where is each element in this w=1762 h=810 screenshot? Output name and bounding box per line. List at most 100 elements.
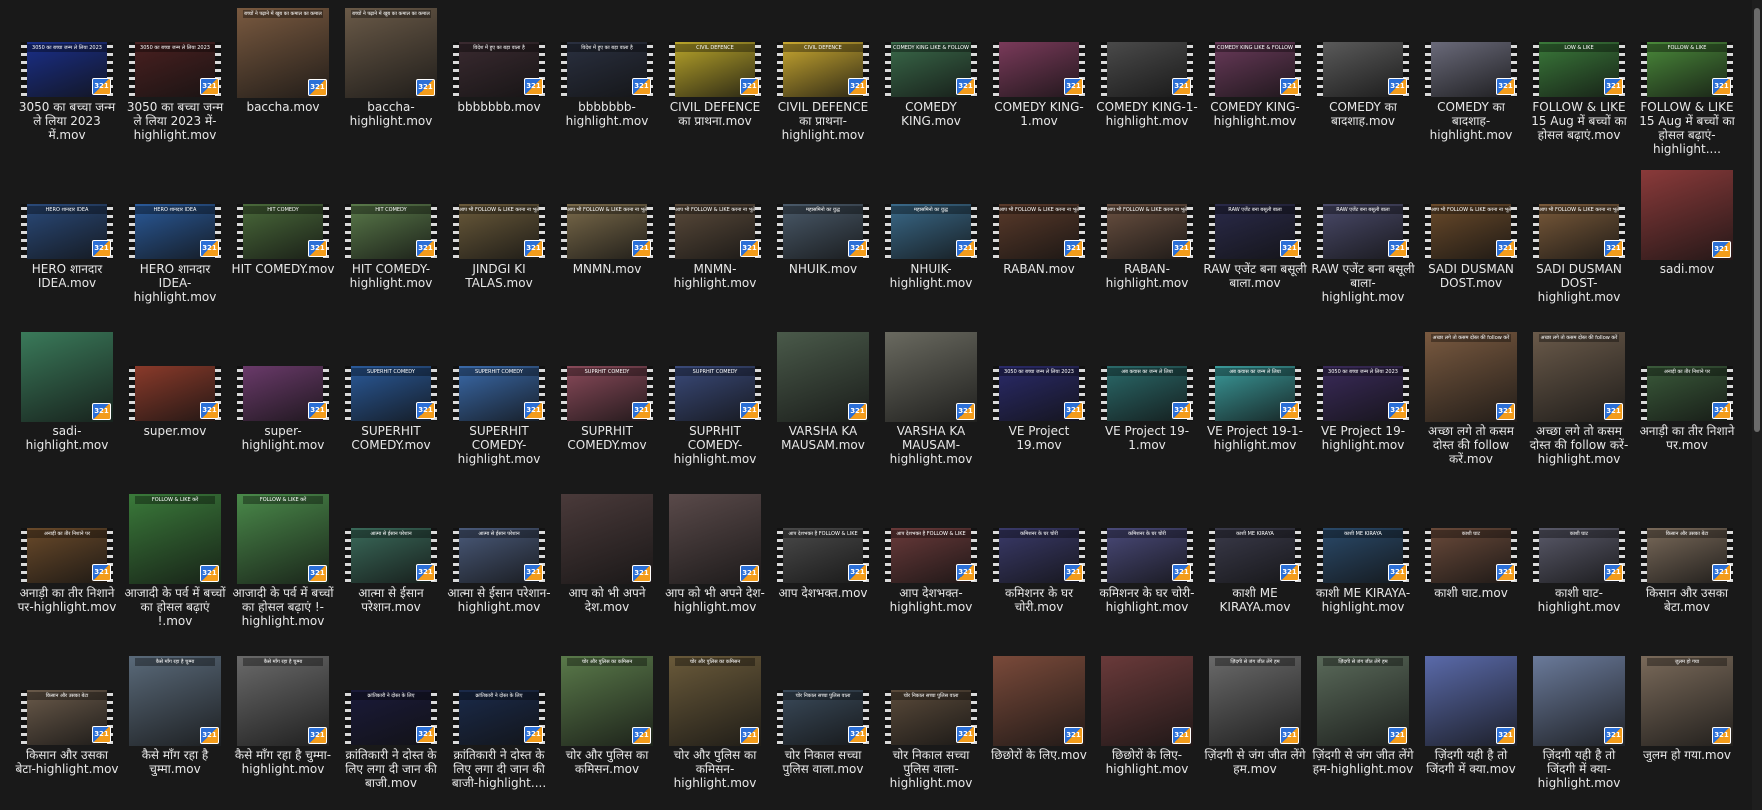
video-thumbnail[interactable]: जुलम हो गया 321 xyxy=(1641,656,1733,746)
file-item[interactable]: FOLLOW & LIKE करें 321 आजादी के पर्व में ब… xyxy=(121,494,229,656)
file-item[interactable]: आप भी FOLLOW & LIKE करना ना भूलें 321 SADI… xyxy=(1525,170,1633,332)
file-item[interactable]: आप भी FOLLOW & LIKE करना ना भूलें 321 JIND… xyxy=(445,170,553,332)
file-item[interactable]: 321 sadi-highlight.mov xyxy=(13,332,121,494)
video-thumbnail[interactable]: HERO शानदार IDEA 321 xyxy=(129,204,221,259)
video-thumbnail[interactable]: कमिशनर के घर चोरी 321 xyxy=(1101,528,1193,583)
video-thumbnail[interactable]: 321 xyxy=(21,332,113,422)
file-item[interactable]: 321 आप को भी अपने देश.mov xyxy=(553,494,661,656)
file-item[interactable]: विदेश में हुए का बड़ा वाला है 321 bbbbbbb-… xyxy=(553,8,661,170)
file-item[interactable]: 321 ज़िंदगी यही है तो जिंदगी में क्या-hig… xyxy=(1525,656,1633,810)
file-item[interactable]: बच्चों ने पढ़ाने में खूब का कमाल का कमाल… xyxy=(229,8,337,170)
video-thumbnail[interactable]: 321 xyxy=(237,366,329,421)
video-thumbnail[interactable]: किसान और उसका बेटा 321 xyxy=(1641,528,1733,583)
video-thumbnail[interactable]: कैसे माँग रहा है चुम्मा 321 xyxy=(129,656,221,746)
video-thumbnail[interactable]: महासमिनो का युद्ध 321 xyxy=(885,204,977,259)
video-thumbnail[interactable]: महासमिनो का युद्ध 321 xyxy=(777,204,869,259)
video-thumbnail[interactable]: चोर निकाल सच्चा पुलिस वाला 321 xyxy=(885,690,977,745)
file-item[interactable]: HIT COMEDY 321 HIT COMEDY-highlight.mov xyxy=(337,170,445,332)
video-thumbnail[interactable]: आप भी FOLLOW & LIKE करना ना भूलें 321 xyxy=(1533,204,1625,259)
video-thumbnail[interactable]: 321 xyxy=(1101,42,1193,97)
file-item[interactable]: बच्चों ने पढ़ाने में खूब का कमाल का कमाल… xyxy=(337,8,445,170)
video-thumbnail[interactable]: 321 xyxy=(1317,42,1409,97)
file-item[interactable]: 321 super-highlight.mov xyxy=(229,332,337,494)
video-thumbnail[interactable]: चोर निकाल सच्चा पुलिस वाला 321 xyxy=(777,690,869,745)
video-thumbnail[interactable]: अनाड़ी का तीर निशाने पर 321 xyxy=(21,528,113,583)
file-item[interactable]: 321 VARSHA KA MAUSAM.mov xyxy=(769,332,877,494)
file-item[interactable]: 3050 का बच्चा जन्म ले लिया 2023 321 3050 क… xyxy=(121,8,229,170)
video-thumbnail[interactable]: आप भी FOLLOW & LIKE करना ना भूलें 321 xyxy=(1425,204,1517,259)
vertical-scrollbar[interactable] xyxy=(1752,0,1762,810)
video-thumbnail[interactable]: किसान और उसका बेटा 321 xyxy=(21,690,113,745)
video-thumbnail[interactable]: 3050 का बच्चा जन्म ले लिया 2023 321 xyxy=(21,42,113,97)
file-item[interactable]: महासमिनो का युद्ध 321 NHUIK.mov xyxy=(769,170,877,332)
file-item[interactable]: काशी ME KIRAYA 321 काशी ME KIRAYA.mov xyxy=(1201,494,1309,656)
file-item[interactable]: आप भी FOLLOW & LIKE करना ना भूलें 321 SADI… xyxy=(1417,170,1525,332)
video-thumbnail[interactable]: आत्मा से ईसान परेशान 321 xyxy=(453,528,545,583)
video-thumbnail[interactable]: ज़िंदगी से जंग जीत लेंगे हम 321 xyxy=(1317,656,1409,746)
video-thumbnail[interactable]: FOLLOW & LIKE करें 321 xyxy=(237,494,329,584)
video-thumbnail[interactable]: SUPRHIT COMEDY 321 xyxy=(669,366,761,421)
video-thumbnail[interactable]: 321 xyxy=(1425,42,1517,97)
video-thumbnail[interactable]: चोर और पुलिस का कमिसन 321 xyxy=(561,656,653,746)
file-item[interactable]: अच्छा लगे तो कसम दोस्त की follow करें 321… xyxy=(1525,332,1633,494)
file-item[interactable]: 321 sadi.mov xyxy=(1633,170,1741,332)
file-item[interactable]: कमिशनर के घर चोरी 321 कमिशनर के घर चोरी.mo… xyxy=(985,494,1093,656)
video-thumbnail[interactable]: आप भी FOLLOW & LIKE करना ना भूलें 321 xyxy=(993,204,1085,259)
video-thumbnail[interactable]: RAW एजेंट बना बसूली बाला 321 xyxy=(1209,204,1301,259)
video-thumbnail[interactable]: LOW & LIKE 321 xyxy=(1533,42,1625,97)
video-thumbnail[interactable]: आप देशभक्त है FOLLOW & LIKE 321 xyxy=(885,528,977,583)
video-thumbnail[interactable]: 321 xyxy=(1101,656,1193,746)
file-item[interactable]: SUPERHIT COMEDY 321 SUPERHIT COMEDY-highli… xyxy=(445,332,553,494)
file-item[interactable]: 321 ज़िंदगी यही है तो जिंदगी में क्या.mov xyxy=(1417,656,1525,810)
file-item[interactable]: कैसे माँग रहा है चुम्मा 321 कैसे माँग रहा … xyxy=(229,656,337,810)
video-thumbnail[interactable]: आप भी FOLLOW & LIKE करना ना भूलें 321 xyxy=(453,204,545,259)
file-item[interactable]: कमिशनर के घर चोरी 321 कमिशनर के घर चोरी-hi… xyxy=(1093,494,1201,656)
file-item[interactable]: चोर और पुलिस का कमिसन 321 चोर और पुलिस का … xyxy=(553,656,661,810)
video-thumbnail[interactable]: बच्चों ने पढ़ाने में खूब का कमाल का कमाल… xyxy=(237,8,329,98)
video-thumbnail[interactable]: HERO शानदार IDEA 321 xyxy=(21,204,113,259)
file-item[interactable]: क्रांतिकारी ने दोस्त के लिए 321 क्रांतिकार… xyxy=(445,656,553,810)
video-thumbnail[interactable]: 321 xyxy=(1641,170,1733,260)
file-item[interactable]: आप देशभक्त है FOLLOW & LIKE 321 आप देशभक्त… xyxy=(769,494,877,656)
file-item[interactable]: 321 COMEDY का बादशाह-highlight.mov xyxy=(1417,8,1525,170)
file-item[interactable]: CIVIL DEFENCE 321 CIVIL DEFENCE का प्राथना… xyxy=(769,8,877,170)
video-thumbnail[interactable]: अब कवास का जन्म ले लिया 321 xyxy=(1101,366,1193,421)
file-item[interactable]: अच्छा लगे तो कसम दोस्त की follow करें 321… xyxy=(1417,332,1525,494)
video-thumbnail[interactable]: 321 xyxy=(777,332,869,422)
file-item[interactable]: HERO शानदार IDEA 321 HERO शानदार IDEA-high… xyxy=(121,170,229,332)
video-thumbnail[interactable]: 321 xyxy=(1533,656,1625,746)
file-item[interactable]: किसान और उसका बेटा 321 किसान और उसका बेटा.… xyxy=(1633,494,1741,656)
file-item[interactable]: SUPRHIT COMEDY 321 SUPRHIT COMEDY-highligh… xyxy=(661,332,769,494)
file-item[interactable]: महासमिनो का युद्ध 321 NHUIK-highlight.mov xyxy=(877,170,985,332)
file-item[interactable]: कैसे माँग रहा है चुम्मा 321 कैसे माँग रहा … xyxy=(121,656,229,810)
video-thumbnail[interactable]: CIVIL DEFENCE 321 xyxy=(669,42,761,97)
file-item[interactable]: RAW एजेंट बना बसूली बाला 321 RAW एजेंट बना… xyxy=(1309,170,1417,332)
file-item[interactable]: क्रांतिकारी ने दोस्त के लिए 321 क्रांतिकार… xyxy=(337,656,445,810)
file-item[interactable]: RAW एजेंट बना बसूली बाला 321 RAW एजेंट बना… xyxy=(1201,170,1309,332)
file-item[interactable]: ज़िंदगी से जंग जीत लेंगे हम 321 ज़िंदगी से… xyxy=(1201,656,1309,810)
video-thumbnail[interactable]: काशी घाट 321 xyxy=(1533,528,1625,583)
video-thumbnail[interactable]: आप भी FOLLOW & LIKE करना ना भूलें 321 xyxy=(1101,204,1193,259)
file-item[interactable]: अब कवास का जन्म ले लिया 321 VE Project 19-… xyxy=(1201,332,1309,494)
scrollbar-thumb[interactable] xyxy=(1754,8,1760,432)
file-item[interactable]: आत्मा से ईसान परेशान 321 आत्मा से ईसान परे… xyxy=(337,494,445,656)
file-item[interactable]: 321 COMEDY KING-1.mov xyxy=(985,8,1093,170)
file-item[interactable]: FOLLOW & LIKE 321 FOLLOW & LIKE 15 Aug में… xyxy=(1633,8,1741,170)
video-thumbnail[interactable]: अच्छा लगे तो कसम दोस्त की follow करें 321 xyxy=(1425,332,1517,422)
file-item[interactable]: चोर और पुलिस का कमिसन 321 चोर और पुलिस का … xyxy=(661,656,769,810)
file-item[interactable]: FOLLOW & LIKE करें 321 आजादी के पर्व में ब… xyxy=(229,494,337,656)
file-item[interactable]: 321 छिछोरों के लिए-highlight.mov xyxy=(1093,656,1201,810)
file-item[interactable]: 3050 का बच्चा जन्म ले लिया 2023 321 VE Pro… xyxy=(1309,332,1417,494)
video-thumbnail[interactable]: काशी ME KIRAYA 321 xyxy=(1317,528,1409,583)
file-item[interactable]: 321 COMEDY का बादशाह.mov xyxy=(1309,8,1417,170)
file-item[interactable]: ज़िंदगी से जंग जीत लेंगे हम 321 ज़िंदगी से… xyxy=(1309,656,1417,810)
file-item[interactable]: 3050 का बच्चा जन्म ले लिया 2023 321 VE Pro… xyxy=(985,332,1093,494)
video-thumbnail[interactable]: आप भी FOLLOW & LIKE करना ना भूलें 321 xyxy=(669,204,761,259)
file-item[interactable]: CIVIL DEFENCE 321 CIVIL DEFENCE का प्राथना… xyxy=(661,8,769,170)
video-thumbnail[interactable]: आप देशभक्त है FOLLOW & LIKE 321 xyxy=(777,528,869,583)
file-item[interactable]: SUPERHIT COMEDY 321 SUPERHIT COMEDY.mov xyxy=(337,332,445,494)
file-item[interactable]: HIT COMEDY 321 HIT COMEDY.mov xyxy=(229,170,337,332)
video-thumbnail[interactable]: 321 xyxy=(561,494,653,584)
video-thumbnail[interactable]: HIT COMEDY 321 xyxy=(237,204,329,259)
video-thumbnail[interactable]: ज़िंदगी से जंग जीत लेंगे हम 321 xyxy=(1209,656,1301,746)
